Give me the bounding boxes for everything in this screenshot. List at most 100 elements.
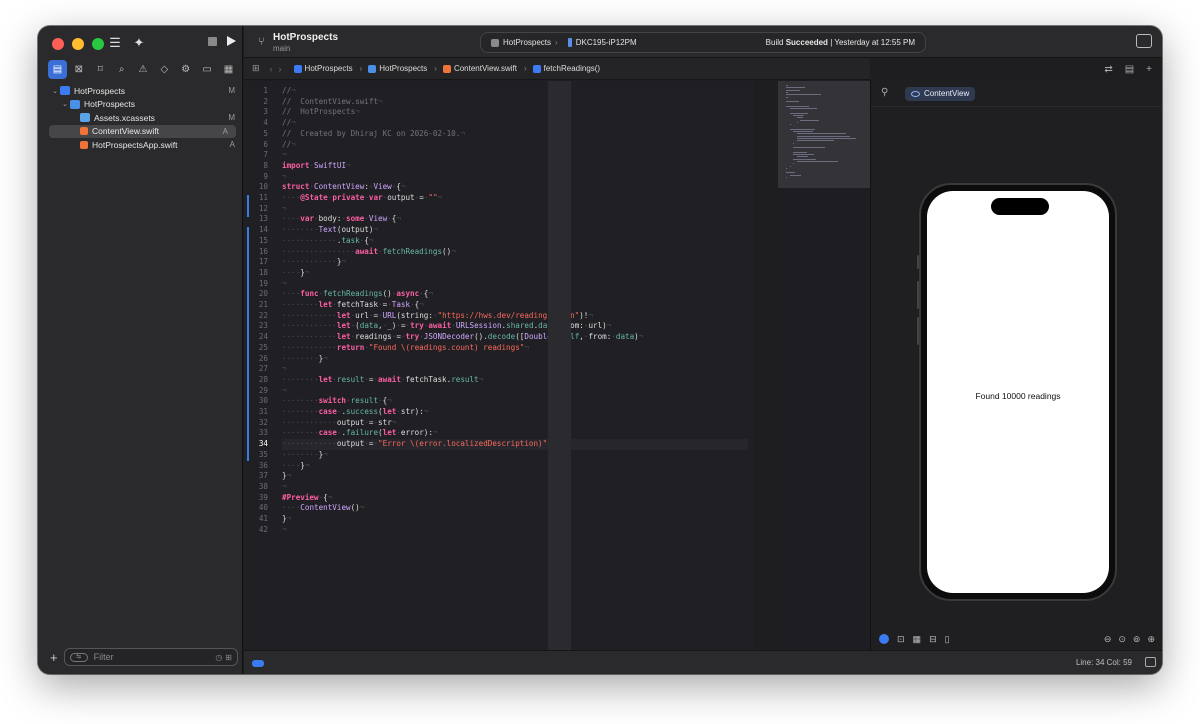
device-settings-icon[interactable]: ⊟ [929,634,937,645]
code-line[interactable]: ············let·url·=·URL(string:·"https… [282,311,748,322]
tree-row-folder[interactable]: ⌄ HotProspects [38,98,243,112]
code-line[interactable]: ¬ [282,204,748,215]
code-line[interactable]: ············output·=·"Error \(error.loca… [282,439,748,450]
code-line[interactable]: ············let·readings·=·try·JSONDecod… [282,332,748,343]
close-window-button[interactable] [52,38,64,50]
code-line[interactable]: ········let·fetchTask·=·Task·{¬ [282,300,748,311]
code-line[interactable]: ········Text(output)¬ [282,225,748,236]
zoom-fit-icon[interactable]: ⊙ [1118,634,1126,645]
code-line[interactable]: ········case·.success(let·str):¬ [282,407,748,418]
code-line[interactable]: ············output·=·str¬ [282,418,748,429]
source-editor[interactable]: 1 2 3 4 5 6 7 8 9 10 11 12 13 14 15 16 17 18 19 20 21 22 23 24 2… [244,81,754,650]
editor-scrollbar-track[interactable] [548,81,571,650]
code-line[interactable]: ········}¬ [282,354,748,365]
tree-row-app[interactable]: HotProspectsApp.swift A [38,138,243,152]
code-line[interactable]: ¬ [282,525,748,536]
code-line[interactable]: ····}¬ [282,461,748,472]
report-icon[interactable]: ▦ [219,60,238,79]
filter-options-icon[interactable]: ⇆ [69,652,88,662]
canvas-toggle-icon[interactable]: ▤ [1125,64,1134,75]
chevron-down-icon[interactable]: ⌄ [50,87,60,95]
code-line[interactable]: ¬ [282,279,748,290]
tree-row-project[interactable]: ⌄ HotProspects M [38,84,243,98]
tree-row-assets[interactable]: Assets.xcassets M [38,111,243,125]
minimap[interactable] [778,81,870,650]
code-line[interactable]: // ContentView.swift¬ [282,97,748,108]
destination-selector[interactable]: DKC195-iP12PM [567,38,637,47]
breadcrumb-folder[interactable]: HotProspects › [368,64,437,73]
test-icon[interactable]: ◇ [155,60,174,79]
code-line[interactable]: ················await·fetchReadings()¬ [282,247,748,258]
add-editor-icon[interactable]: + [1146,64,1152,75]
filter-input[interactable]: ⇆ Filter ◷ ⊞ [63,648,238,666]
code-line[interactable]: ········switch·result·{¬ [282,396,748,407]
zoom-actual-icon[interactable]: ⊚ [1133,634,1141,645]
panel-toggle-icon[interactable] [1145,657,1156,667]
breadcrumb-symbol[interactable]: fetchReadings() [532,64,600,73]
code-line[interactable]: //¬ [282,140,748,151]
code-line[interactable]: ¬ [282,482,748,493]
code-line[interactable]: ····@State·private·var·output·=·""¬ [282,193,748,204]
issue-icon[interactable]: ⚠ [134,60,153,79]
code-line[interactable]: //¬ [282,86,748,97]
source-control-filter-icon[interactable]: ⊞ [225,653,232,662]
device-screen[interactable]: Found 10000 readings [927,191,1109,593]
find-icon[interactable]: ⌕ [112,60,131,79]
scheme-selector[interactable]: HotProspects › [491,38,558,47]
code-line[interactable]: // Created by Dhiraj KC on 2026-02-10.¬ [282,129,748,140]
live-preview-icon[interactable] [879,634,889,644]
device-icon[interactable]: ▯ [945,634,950,645]
code-line[interactable]: ········}¬ [282,450,748,461]
preview-tab[interactable]: ContentView [905,87,976,101]
project-navigator-icon[interactable]: ▤ [48,60,67,79]
code-line[interactable]: ········case·.failure(let·error):¬ [282,428,748,439]
add-icon[interactable]: + [50,650,58,665]
code-line[interactable]: ····}¬ [282,268,748,279]
source-control-icon[interactable]: ⊠ [69,60,88,79]
pin-icon[interactable]: ⚲ [881,87,888,98]
code-line[interactable]: struct·ContentView:·View·{¬ [282,182,748,193]
code-line[interactable]: ¬ [282,172,748,183]
tree-row-contentview[interactable]: ContentView.swift A [49,124,236,138]
sidebar-toggle-icon[interactable]: ☰ [106,35,124,51]
refresh-icon[interactable]: ⇄ [1104,64,1112,75]
minimize-window-button[interactable] [72,38,84,50]
code-line[interactable]: }¬ [282,471,748,482]
build-status[interactable]: Build Succeeded | Yesterday at 12:55 PM [766,38,915,47]
code-line[interactable]: }¬ [282,514,748,525]
selectable-mode-icon[interactable]: ⊡ [897,634,905,645]
code-line[interactable]: ············return·"Found \(readings.cou… [282,343,748,354]
related-items-icon[interactable]: ⊞ [252,63,260,74]
debug-area-toggle-icon[interactable] [252,660,264,667]
code-line[interactable]: ············.task·{¬ [282,236,748,247]
variants-icon[interactable]: ▦ [913,634,922,645]
code-line[interactable]: ¬ [282,150,748,161]
sparkle-icon[interactable]: ✦ [130,35,148,51]
code-line[interactable]: ····var·body:·some·View·{¬ [282,214,748,225]
code-line[interactable]: ············let·(data,·_)·=·try·await·UR… [282,321,748,332]
zoom-in-icon[interactable]: ⊕ [1147,634,1155,645]
zoom-out-icon[interactable]: ⊖ [1104,634,1112,645]
code-line[interactable]: ········let·result·=·await·fetchTask.res… [282,375,748,386]
code-area[interactable]: //¬// ContentView.swift¬// HotProspects¬… [282,81,754,650]
run-button[interactable] [227,36,236,46]
code-line[interactable]: ¬ [282,386,748,397]
code-line[interactable]: ¬ [282,364,748,375]
back-forward-icons[interactable]: ‹› [270,64,288,74]
breadcrumb-file[interactable]: ContentView.swift › [442,64,527,73]
code-line[interactable]: ····ContentView()¬ [282,503,748,514]
stop-button[interactable] [208,37,217,46]
recent-files-icon[interactable]: ◷ [215,653,222,662]
breakpoint-icon[interactable]: ▭ [198,60,217,79]
project-title[interactable]: HotProspects [273,32,338,43]
debug-icon[interactable]: ⚙ [176,60,195,79]
inspector-toggle-icon[interactable] [1136,34,1152,48]
code-line[interactable]: // HotProspects¬ [282,107,748,118]
code-line[interactable]: ············}¬ [282,257,748,268]
breadcrumb-project[interactable]: HotProspects › [293,64,362,73]
code-line[interactable]: //¬ [282,118,748,129]
code-line[interactable]: import·SwiftUI¬ [282,161,748,172]
bookmark-icon[interactable]: ⌑ [91,60,110,79]
code-line[interactable]: #Preview·{¬ [282,493,748,504]
chevron-down-icon[interactable]: ⌄ [60,100,70,108]
